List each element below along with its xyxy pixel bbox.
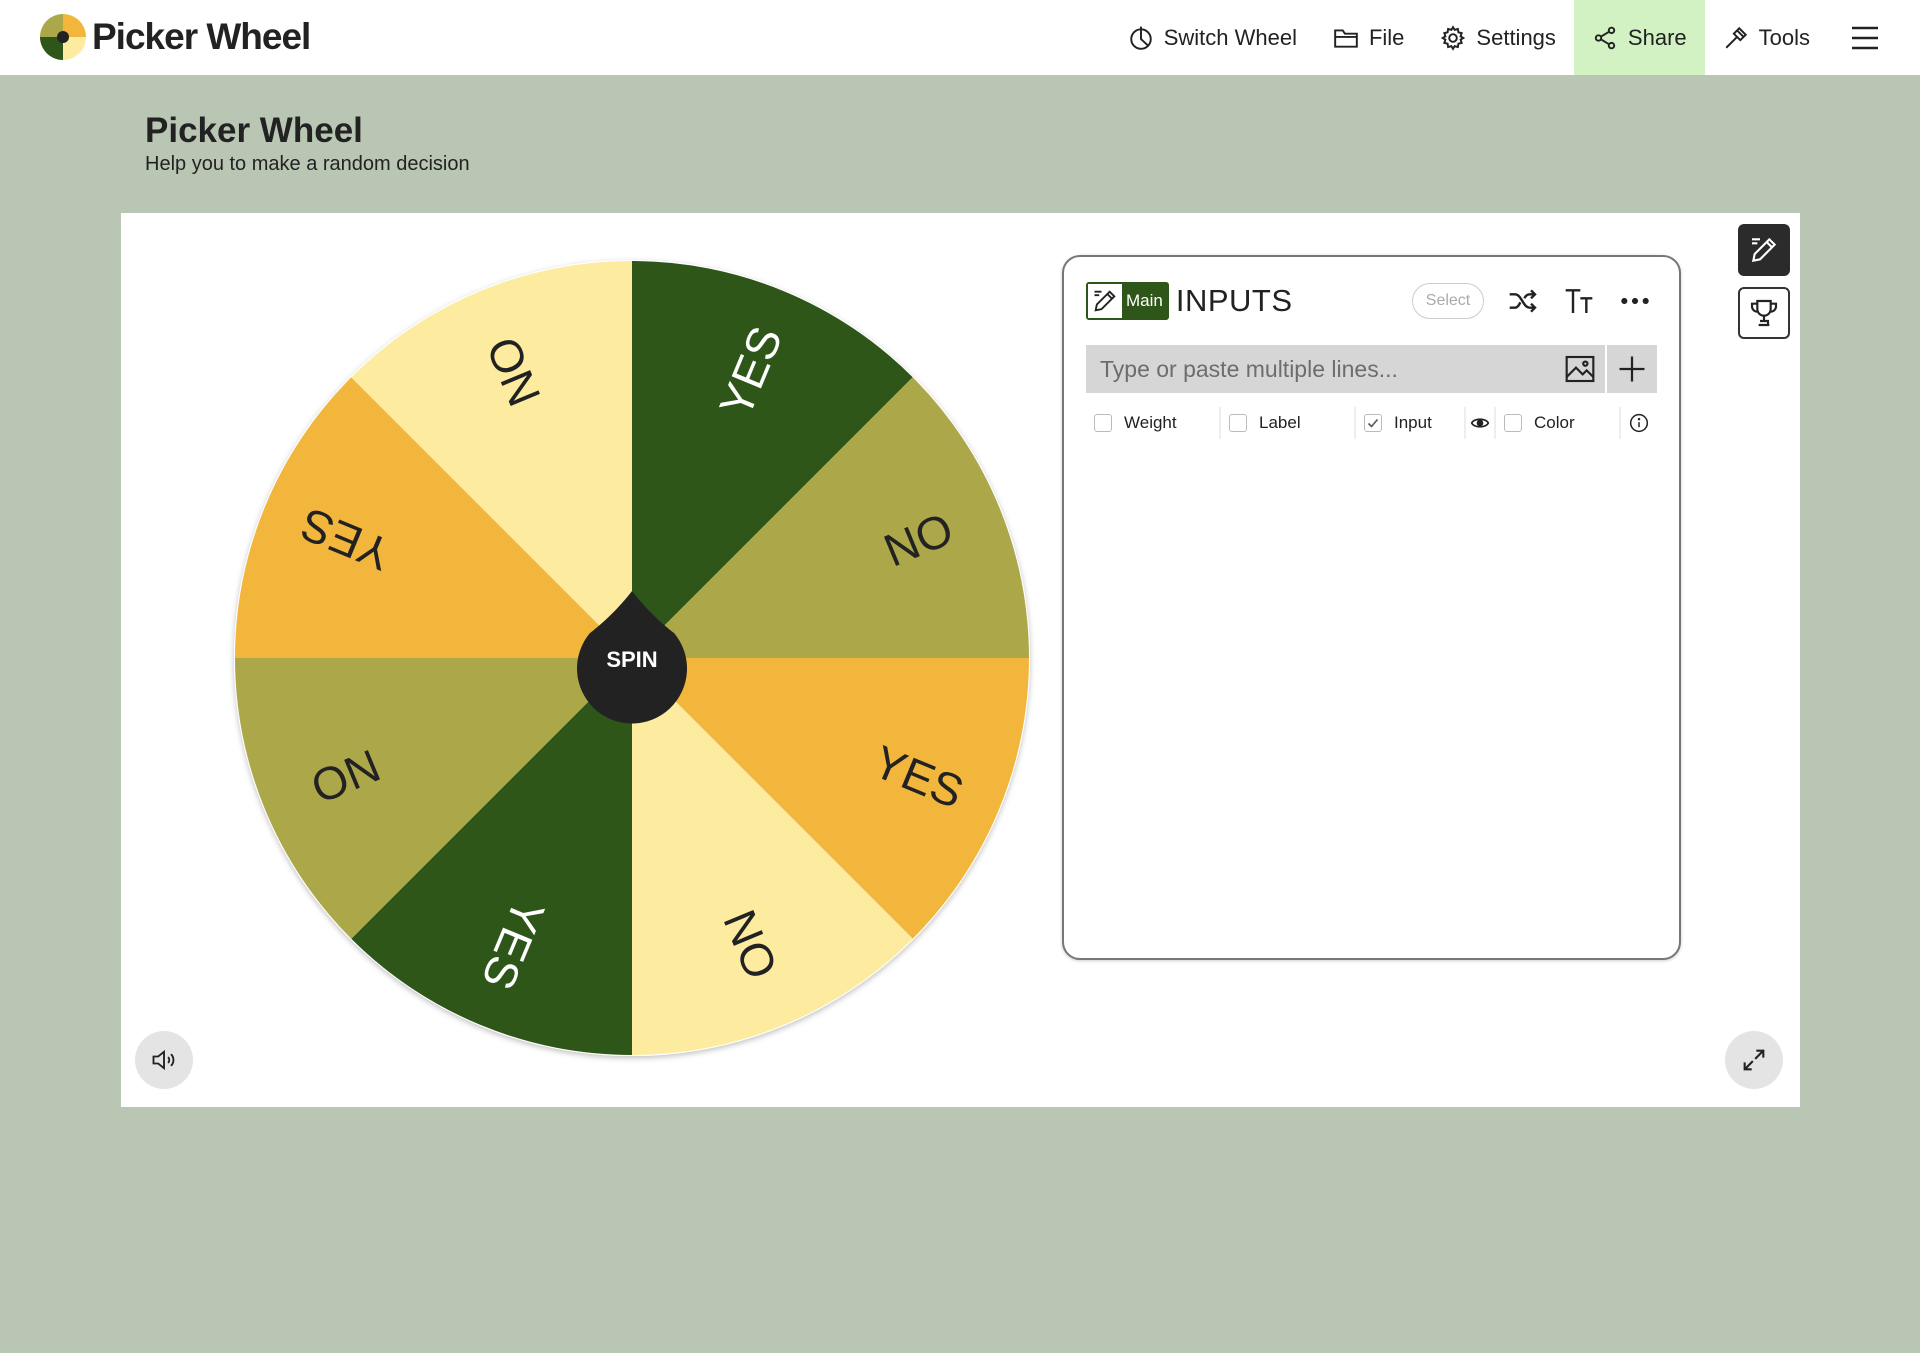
gear-icon: [1441, 24, 1466, 51]
visibility-toggle[interactable]: [1466, 407, 1496, 439]
main-list-badge[interactable]: Main: [1086, 282, 1169, 320]
page-subtitle: Help you to make a random decision: [145, 153, 470, 175]
hamburger-menu-button[interactable]: [1828, 0, 1920, 75]
inputs-card: Main INPUTS Select Weight: [1062, 255, 1681, 960]
image-icon: [1565, 355, 1595, 383]
weight-option[interactable]: Weight: [1086, 407, 1221, 439]
speaker-icon: [152, 1049, 175, 1071]
top-navigation-bar: Picker Wheel Switch Wheel File Settings …: [0, 0, 1920, 75]
edit-inputs-tab[interactable]: [1738, 224, 1790, 276]
color-label: Color: [1534, 413, 1575, 432]
folder-icon: [1334, 28, 1358, 48]
pencil-box: [1088, 284, 1122, 318]
weight-checkbox[interactable]: [1094, 414, 1112, 432]
nav-settings[interactable]: Settings: [1422, 0, 1574, 75]
results-tab[interactable]: [1738, 287, 1790, 339]
color-checkbox[interactable]: [1504, 414, 1522, 432]
checkmark-icon: [1367, 418, 1379, 428]
nav-share[interactable]: Share: [1573, 0, 1705, 75]
input-checkbox[interactable]: [1364, 414, 1382, 432]
options-row: Weight Label Input Color: [1086, 407, 1657, 439]
input-label: Input: [1394, 413, 1432, 432]
add-image-button[interactable]: [1555, 345, 1605, 393]
pencil-icon: [1094, 290, 1116, 312]
nav-tools-label: Tools: [1758, 24, 1810, 50]
picker-wheel[interactable]: YES NO YES NO YES NO YES NO SPIN: [232, 258, 1032, 1058]
wheel-svg[interactable]: YESNOYESNOYESNOYESNO SPIN: [232, 258, 1032, 1058]
main-badge-label: Main: [1122, 284, 1167, 318]
trophy-icon: [1750, 299, 1778, 327]
more-options-button[interactable]: [1617, 283, 1653, 319]
label-option[interactable]: Label: [1221, 407, 1356, 439]
inputs-header: Main INPUTS: [1086, 281, 1293, 321]
hammer-icon: [1725, 26, 1747, 48]
page-title: Picker Wheel: [145, 111, 363, 150]
nav-share-label: Share: [1627, 24, 1687, 50]
nav-tools[interactable]: Tools: [1705, 0, 1828, 75]
brand-name: Picker Wheel: [92, 16, 311, 57]
label-label: Label: [1259, 413, 1301, 432]
wheel-panel: YES NO YES NO YES NO YES NO SPIN Main INPUTS Se…: [121, 213, 1800, 1107]
fullscreen-button[interactable]: [1725, 1031, 1783, 1089]
share-icon: [1594, 26, 1616, 49]
weight-label: Weight: [1124, 413, 1177, 432]
nav-file-label: File: [1368, 24, 1405, 50]
eye-icon: [1470, 418, 1490, 428]
shuffle-icon: [1509, 289, 1537, 313]
text-size-icon: [1565, 289, 1593, 313]
entry-row: [1086, 345, 1657, 393]
text-size-button[interactable]: [1561, 283, 1597, 319]
entry-input[interactable]: [1086, 345, 1555, 393]
hamburger-menu-icon: [1852, 26, 1878, 49]
select-button[interactable]: Select: [1412, 283, 1484, 319]
expand-icon: [1743, 1049, 1765, 1071]
input-option[interactable]: Input: [1356, 407, 1466, 439]
pencil-icon: [1751, 237, 1777, 263]
sound-toggle-button[interactable]: [135, 1031, 193, 1089]
plus-icon: [1619, 356, 1645, 382]
page-header: Picker Wheel Help you to make a random d…: [121, 75, 1800, 213]
info-icon: [1629, 413, 1649, 433]
nav-switch-wheel-label: Switch Wheel: [1163, 24, 1297, 50]
label-checkbox[interactable]: [1229, 414, 1247, 432]
nav-settings-label: Settings: [1476, 24, 1556, 50]
info-button[interactable]: [1621, 407, 1657, 439]
main-nav: Switch Wheel File Settings Share Tools: [1110, 0, 1920, 75]
pie-chart-icon: [1129, 26, 1152, 50]
spin-button-label: SPIN: [606, 647, 657, 672]
color-option[interactable]: Color: [1496, 407, 1621, 439]
add-entry-button[interactable]: [1605, 345, 1657, 393]
shuffle-button[interactable]: [1505, 283, 1541, 319]
inputs-title: INPUTS: [1175, 283, 1293, 318]
picker-wheel-logo-icon: [40, 14, 86, 60]
brand-logo-link[interactable]: Picker Wheel: [40, 13, 311, 61]
nav-switch-wheel[interactable]: Switch Wheel: [1110, 0, 1315, 75]
nav-file[interactable]: File: [1315, 0, 1422, 75]
ellipsis-icon: [1621, 297, 1649, 305]
